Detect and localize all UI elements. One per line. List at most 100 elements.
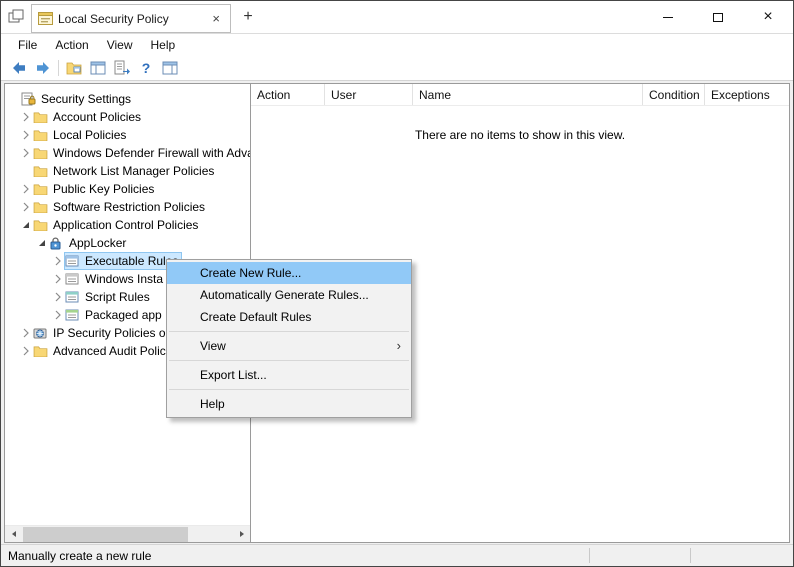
tree-item-label: Windows Insta <box>82 271 166 287</box>
collapse-chevron-icon[interactable] <box>35 238 49 248</box>
tab-title: Local Security Policy <box>56 12 169 26</box>
folder-icon <box>33 183 50 195</box>
expand-chevron-icon[interactable] <box>19 202 33 212</box>
forward-button[interactable] <box>31 57 55 79</box>
packaged-app-rules-icon <box>65 309 82 321</box>
tree-item-label: Account Policies <box>50 109 144 125</box>
column-header-user[interactable]: User <box>325 84 413 105</box>
expand-chevron-icon[interactable] <box>19 328 33 338</box>
menu-item-automatically-generate-rules[interactable]: Automatically Generate Rules... <box>167 284 411 306</box>
expand-chevron-icon[interactable] <box>51 310 65 320</box>
expand-chevron-icon[interactable] <box>51 292 65 302</box>
expand-chevron-icon[interactable] <box>19 346 33 356</box>
menu-item-help[interactable]: Help <box>167 393 411 415</box>
folder-icon <box>33 111 50 123</box>
forward-icon <box>35 60 51 76</box>
folder-icon <box>33 201 50 213</box>
folder-icon <box>33 219 50 231</box>
toolbar: ? <box>1 55 793 81</box>
tree-item-security-settings[interactable]: Security Settings <box>5 90 250 108</box>
action-pane-icon <box>162 61 178 75</box>
tree-item-label: Windows Defender Firewall with Adva <box>50 145 251 161</box>
help-button[interactable]: ? <box>134 57 158 79</box>
tree-item-windows-defender-firewall[interactable]: Windows Defender Firewall with Adva <box>5 144 250 162</box>
tree-item-local-policies[interactable]: Local Policies <box>5 126 250 144</box>
menu-view[interactable]: View <box>98 36 142 54</box>
scroll-right-button[interactable] <box>233 526 250 542</box>
tree-item-label: Security Settings <box>38 91 134 107</box>
tab-local-security-policy[interactable]: Local Security Policy × <box>31 4 231 33</box>
menu-item-view[interactable]: View › <box>167 335 411 357</box>
column-header-action[interactable]: Action <box>251 84 325 105</box>
close-button[interactable]: × <box>743 1 793 33</box>
local-security-policy-window: Local Security Policy × + × File Action … <box>0 0 794 567</box>
expand-chevron-icon[interactable] <box>19 184 33 194</box>
tree-item-label: Application Control Policies <box>50 217 201 233</box>
menu-item-view-label: View <box>200 339 226 353</box>
back-button[interactable] <box>7 57 31 79</box>
menu-separator <box>169 389 409 390</box>
menu-item-create-new-rule[interactable]: Create New Rule... <box>167 262 411 284</box>
expand-chevron-icon[interactable] <box>19 148 33 158</box>
tree-item-public-key-policies[interactable]: Public Key Policies <box>5 180 250 198</box>
ip-security-policies-icon <box>33 327 50 340</box>
folder-icon <box>33 345 50 357</box>
tree-item-network-list-manager-policies[interactable]: Network List Manager Policies <box>5 162 250 180</box>
menu-help[interactable]: Help <box>142 36 185 54</box>
scrollbar-thumb[interactable] <box>23 527 188 542</box>
export-list-icon <box>114 60 130 75</box>
tree-item-label: Network List Manager Policies <box>50 163 217 179</box>
export-list-button[interactable] <box>110 57 134 79</box>
panes-button[interactable] <box>86 57 110 79</box>
app-icon <box>1 1 31 33</box>
panes-icon <box>90 61 106 75</box>
script-rules-icon <box>65 291 82 303</box>
menu-item-create-default-rules[interactable]: Create Default Rules <box>167 306 411 328</box>
status-bar: Manually create a new rule <box>1 544 793 566</box>
windows-installer-rules-icon <box>65 273 82 285</box>
menu-action[interactable]: Action <box>46 36 97 54</box>
tree-item-label: IP Security Policies on <box>50 325 175 341</box>
submenu-arrow-icon: › <box>397 335 401 357</box>
context-menu: Create New Rule... Automatically Generat… <box>166 259 412 418</box>
tree-item-application-control-policies[interactable]: Application Control Policies <box>5 216 250 234</box>
help-icon: ? <box>142 60 151 76</box>
collapse-chevron-icon[interactable] <box>19 220 33 230</box>
tree-item-account-policies[interactable]: Account Policies <box>5 108 250 126</box>
menu-separator <box>169 360 409 361</box>
scroll-left-icon <box>10 530 18 538</box>
tree-item-label: Packaged app <box>82 307 165 323</box>
column-header-condition[interactable]: Condition <box>643 84 705 105</box>
tree-item-label: Script Rules <box>82 289 153 305</box>
new-tab-button[interactable]: + <box>231 1 265 33</box>
menu-bar: File Action View Help <box>1 34 793 55</box>
tree-item-label: Advanced Audit Polic <box>50 343 169 359</box>
scroll-left-button[interactable] <box>5 526 22 542</box>
folder-icon <box>33 129 50 141</box>
tree-item-software-restriction-policies[interactable]: Software Restriction Policies <box>5 198 250 216</box>
menu-item-export-list[interactable]: Export List... <box>167 364 411 386</box>
minimize-icon <box>663 17 673 18</box>
tab-close-icon[interactable]: × <box>208 11 224 26</box>
status-divider <box>690 548 691 563</box>
horizontal-scrollbar[interactable] <box>5 525 250 542</box>
console-tree-button[interactable] <box>62 57 86 79</box>
column-header-name[interactable]: Name <box>413 84 643 105</box>
console-tree-icon <box>66 61 82 75</box>
minimize-button[interactable] <box>643 1 693 33</box>
folder-icon <box>33 147 50 159</box>
applocker-icon <box>49 237 66 250</box>
expand-chevron-icon[interactable] <box>19 112 33 122</box>
expand-chevron-icon[interactable] <box>51 256 65 266</box>
expand-chevron-icon[interactable] <box>51 274 65 284</box>
tree-item-label: Public Key Policies <box>50 181 157 197</box>
maximize-button[interactable] <box>693 1 743 33</box>
column-header-exceptions[interactable]: Exceptions <box>705 84 789 105</box>
tree-item-applocker[interactable]: AppLocker <box>5 234 250 252</box>
security-settings-icon <box>21 92 38 106</box>
menu-file[interactable]: File <box>9 36 46 54</box>
tab-bar: Local Security Policy × + × <box>1 1 793 34</box>
expand-chevron-icon[interactable] <box>19 130 33 140</box>
action-pane-button[interactable] <box>158 57 182 79</box>
selected-tree-item: Executable Rules <box>65 253 181 269</box>
